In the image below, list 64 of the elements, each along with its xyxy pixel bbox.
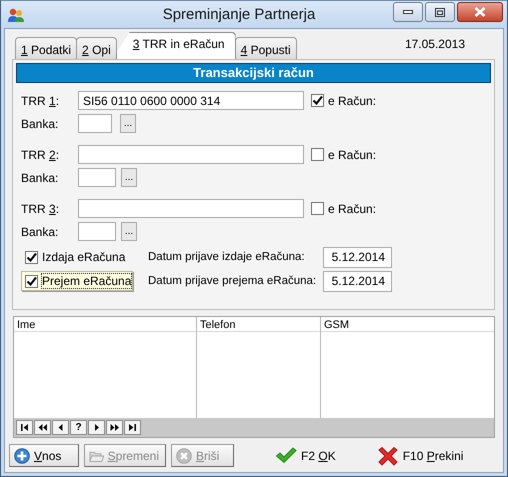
cross-icon (376, 446, 399, 466)
add-button[interactable]: Vnos (9, 444, 79, 467)
browse-button[interactable]: ... (121, 168, 137, 187)
next-page-button[interactable] (106, 420, 123, 435)
maximize-button[interactable] (425, 2, 455, 22)
column-header[interactable]: Ime (14, 317, 196, 332)
checkbox[interactable] (25, 250, 38, 264)
previous-record-button[interactable] (52, 420, 69, 435)
double-left-arrow-icon (37, 422, 48, 433)
bank-field[interactable] (78, 168, 116, 187)
checkbox-label: e Račun: (328, 202, 376, 216)
people-icon (7, 6, 25, 22)
maximize-icon (435, 8, 445, 16)
field-label: Banka: (21, 224, 60, 238)
field-label: TRR 1: (21, 94, 60, 108)
field-label: Datum prijave prejema eRačuna: (148, 275, 318, 287)
checkbox[interactable] (311, 94, 324, 107)
column-header[interactable]: GSM (321, 317, 494, 332)
first-record-button[interactable] (16, 420, 33, 435)
window-title: Spreminjanje Partnerja (162, 6, 316, 23)
date-label: 17.05.2013 (404, 37, 465, 51)
field-label: TRR 2: (21, 148, 60, 162)
minimize-button[interactable] (393, 2, 423, 22)
cancel-button[interactable]: F10 Prekini (372, 444, 468, 467)
cross-circle-icon (176, 448, 192, 464)
plus-icon (14, 448, 30, 464)
tab[interactable]: 2 Opi (76, 37, 117, 59)
checkbox-label: e Račun: (328, 94, 376, 108)
section-header: Transakcijski račun (16, 63, 491, 83)
bank-field[interactable] (78, 222, 116, 241)
account-field[interactable] (78, 199, 304, 218)
bank-field[interactable] (78, 114, 112, 133)
checkbox-option[interactable]: Izdaja eRačuna (21, 247, 133, 267)
column-header[interactable]: Telefon (197, 317, 320, 332)
browse-button[interactable]: ... (121, 222, 137, 241)
close-button[interactable] (457, 2, 503, 22)
date-field[interactable]: 5.12.2014 (323, 270, 392, 292)
ok-button[interactable]: F2 OK (271, 444, 340, 467)
previous-page-button[interactable] (34, 420, 51, 435)
tab[interactable]: 1 Podatki (15, 37, 78, 59)
checkbox[interactable] (25, 274, 38, 288)
account-field[interactable]: SI56 0110 0600 0000 314 (78, 91, 304, 110)
checkmark-icon (275, 446, 297, 466)
field-label: Banka: (21, 116, 60, 130)
double-right-arrow-icon (109, 422, 120, 433)
browse-button[interactable]: ... (120, 114, 136, 133)
checkbox[interactable] (311, 148, 324, 161)
minimize-icon (403, 10, 413, 14)
help-button[interactable]: ? (70, 420, 87, 435)
last-record-button[interactable] (124, 420, 141, 435)
field-label: Banka: (21, 170, 60, 184)
field-label: TRR 3: (21, 202, 60, 216)
skip-forward-icon (127, 422, 138, 433)
field-label: Datum prijave izdaje eRačuna: (148, 251, 306, 263)
tab[interactable]: 4 Popusti (234, 37, 297, 59)
date-field[interactable]: 5.12.2014 (323, 246, 392, 268)
close-icon (474, 7, 486, 17)
checkbox[interactable] (311, 202, 324, 215)
account-field[interactable] (78, 145, 304, 164)
skip-back-icon (19, 422, 30, 433)
next-record-button[interactable] (88, 420, 105, 435)
checkbox-label: e Račun: (328, 148, 376, 162)
tab[interactable]: 3 TRR in eRačun (116, 32, 236, 59)
checkbox-option[interactable]: Prejem eRačuna (21, 271, 133, 291)
